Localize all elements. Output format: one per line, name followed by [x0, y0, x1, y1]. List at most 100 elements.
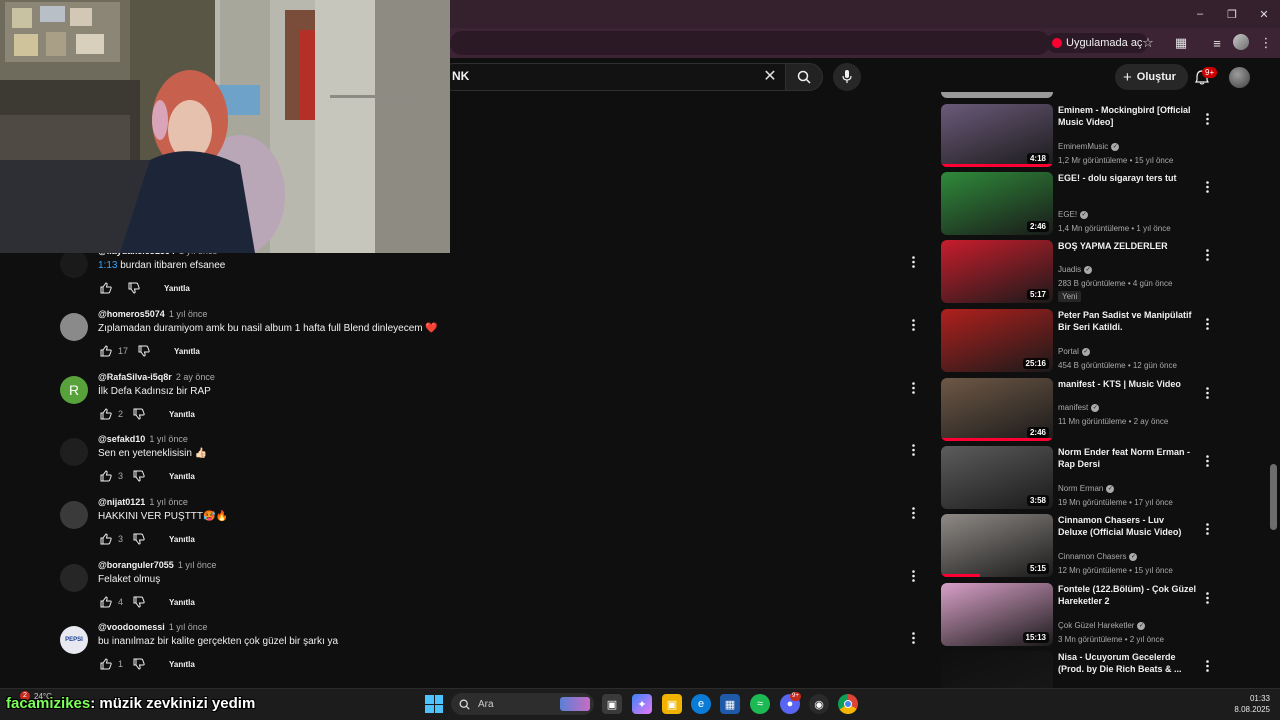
reply-button[interactable]: Yanıtla [169, 535, 195, 544]
channel-name[interactable]: Norm Erman ✓ [1058, 484, 1115, 493]
comment-menu-icon[interactable] [908, 568, 918, 584]
thumbs-up-icon[interactable] [98, 531, 114, 547]
video-title[interactable]: manifest - KTS | Music Video [1058, 378, 1196, 390]
recommended-video[interactable]: 2:46 manifest - KTS | Music Video manifest… [940, 378, 1215, 442]
thumbs-up-icon[interactable] [98, 280, 114, 296]
reply-button[interactable]: Yanıtla [169, 660, 195, 669]
recommended-video[interactable]: 2:46 EGE! - dolu sigarayı ters tut EGE! ✓ 1,… [940, 172, 1215, 236]
comment-menu-icon[interactable] [908, 380, 918, 396]
commenter-avatar[interactable] [60, 438, 88, 466]
recommended-video[interactable]: 4:18 Eminem - Mockingbird [Official Music… [940, 104, 1215, 168]
comment-menu-icon[interactable] [908, 254, 918, 270]
browser-menu-icon[interactable]: ⋮ [1256, 33, 1276, 53]
comment-menu-icon[interactable] [908, 317, 918, 333]
thumbs-up-icon[interactable] [98, 406, 114, 422]
create-button[interactable]: + Oluştur [1115, 64, 1188, 90]
comment-menu-icon[interactable] [908, 505, 918, 521]
commenter-avatar[interactable]: R [60, 376, 88, 404]
thumbs-up-icon[interactable] [98, 656, 114, 672]
address-bar[interactable] [450, 31, 1050, 55]
channel-name[interactable]: Çok Güzel Hareketler ✓ [1058, 621, 1146, 630]
channel-name[interactable]: Juadis ✓ [1058, 265, 1093, 274]
video-menu-icon[interactable] [1202, 659, 1212, 673]
video-title[interactable]: Eminem - Mockingbird [Official Music Vid… [1058, 104, 1196, 128]
reply-button[interactable]: Yanıtla [174, 347, 200, 356]
extensions-icon[interactable]: ▦ [1171, 33, 1191, 53]
copilot-icon[interactable]: ✦ [632, 694, 652, 714]
commenter-avatar[interactable] [60, 313, 88, 341]
comment-time[interactable]: 1 yıl önce [169, 309, 208, 319]
thumbs-up-icon[interactable] [98, 343, 114, 359]
video-thumbnail[interactable]: 3:58 [941, 446, 1053, 509]
thumbs-down-icon[interactable] [131, 531, 147, 547]
reply-button[interactable]: Yanıtla [164, 284, 190, 293]
comment-author[interactable]: @voodoomessi 1 yıl önce [98, 622, 207, 632]
video-menu-icon[interactable] [1202, 180, 1212, 194]
edge-browser-icon[interactable]: e [691, 694, 711, 714]
comment-menu-icon[interactable] [908, 630, 918, 646]
file-explorer-icon[interactable]: ▣ [662, 694, 682, 714]
system-clock[interactable]: 01:33 8.08.2025 [1230, 693, 1270, 715]
comment-author[interactable]: @sefakd10 1 yıl önce [98, 434, 188, 444]
channel-name[interactable]: Cinnamon Chasers ✓ [1058, 552, 1138, 561]
thumbs-up-icon[interactable] [98, 594, 114, 610]
video-thumbnail[interactable]: 2:46 [941, 378, 1053, 441]
video-title[interactable]: Fontele (122.Bölüm) - Çok Güzel Hareketl… [1058, 583, 1196, 607]
video-thumbnail[interactable]: 25:16 [941, 309, 1053, 372]
channel-name[interactable]: EGE! ✓ [1058, 210, 1089, 219]
clear-search-icon[interactable]: ✕ [760, 66, 780, 86]
recommended-video[interactable]: 5:17 BOŞ YAPMA ZELDERLER Juadis ✓ 283 B görü… [940, 240, 1215, 304]
video-title[interactable]: BOŞ YAPMA ZELDERLER [1058, 240, 1196, 252]
video-menu-icon[interactable] [1202, 591, 1212, 605]
recommended-video[interactable]: 5:15 Cinnamon Chasers - Luv Deluxe (Offic… [940, 514, 1215, 578]
video-thumbnail[interactable]: 5:17 [941, 240, 1053, 303]
recommended-video[interactable]: 15:13 Fontele (122.Bölüm) - Çok Güzel Har… [940, 583, 1215, 647]
video-menu-icon[interactable] [1202, 248, 1212, 262]
thumbs-down-icon[interactable] [136, 343, 152, 359]
search-button[interactable] [785, 63, 823, 91]
video-thumbnail[interactable]: 15:13 [941, 583, 1053, 646]
reply-button[interactable]: Yanıtla [169, 598, 195, 607]
video-title[interactable]: Nisa - Ucuyorum Gecelerde (Prod. by Die … [1058, 651, 1196, 675]
channel-name[interactable]: Portal ✓ [1058, 347, 1090, 356]
windows-start-icon[interactable] [425, 695, 443, 713]
video-thumbnail[interactable]: 5:15 [941, 514, 1053, 577]
comment-time[interactable]: 1 yıl önce [178, 560, 217, 570]
comment-time[interactable]: 1 yıl önce [149, 497, 188, 507]
video-menu-icon[interactable] [1202, 112, 1212, 126]
taskbar-search[interactable]: Ara [451, 693, 594, 715]
thumbs-down-icon[interactable] [131, 656, 147, 672]
restore-icon[interactable]: ❐ [1216, 0, 1248, 28]
video-title[interactable]: EGE! - dolu sigarayı ters tut [1058, 172, 1196, 184]
open-in-app-button[interactable]: Uygulamada aç [1046, 33, 1149, 53]
comment-author[interactable]: @nijat0121 1 yıl önce [98, 497, 188, 507]
comment-menu-icon[interactable] [908, 442, 918, 458]
reply-button[interactable]: Yanıtla [169, 410, 195, 419]
video-title[interactable]: Peter Pan Sadist ve Manipülatif Bir Seri… [1058, 309, 1196, 333]
comment-author[interactable]: @RafaSilva-i5q8r 2 ay önce [98, 372, 215, 382]
search-input[interactable] [440, 63, 785, 91]
youtube-account-avatar[interactable] [1229, 67, 1250, 88]
obs-icon[interactable]: ◉ [809, 694, 829, 714]
video-thumbnail[interactable]: 4:18 [941, 104, 1053, 167]
video-menu-icon[interactable] [1202, 317, 1212, 331]
commenter-avatar[interactable] [60, 501, 88, 529]
close-icon[interactable]: ✕ [1248, 0, 1280, 28]
thumbs-down-icon[interactable] [131, 468, 147, 484]
comment-author[interactable]: @boranguler7055 1 yıl önce [98, 560, 216, 570]
video-thumbnail[interactable]: 2:46 [941, 172, 1053, 235]
microsoft-store-icon[interactable]: ▦ [720, 694, 740, 714]
reply-button[interactable]: Yanıtla [169, 472, 195, 481]
reading-list-icon[interactable]: ≡ [1207, 33, 1227, 53]
page-scrollbar[interactable] [1270, 464, 1277, 530]
task-view-icon[interactable]: ▣ [602, 694, 622, 714]
voice-search-button[interactable] [833, 63, 861, 91]
thumbs-up-icon[interactable] [98, 468, 114, 484]
recommended-video[interactable]: 25:16 Peter Pan Sadist ve Manipülatif Bir… [940, 309, 1215, 373]
comment-time[interactable]: 2 ay önce [176, 372, 215, 382]
spotify-icon[interactable]: ≈ [750, 694, 770, 714]
comment-time[interactable]: 1 yıl önce [149, 434, 188, 444]
video-title[interactable]: Norm Ender feat Norm Erman - Rap Dersi [1058, 446, 1196, 470]
video-menu-icon[interactable] [1202, 386, 1212, 400]
commenter-avatar[interactable]: PEPSI [60, 626, 88, 654]
